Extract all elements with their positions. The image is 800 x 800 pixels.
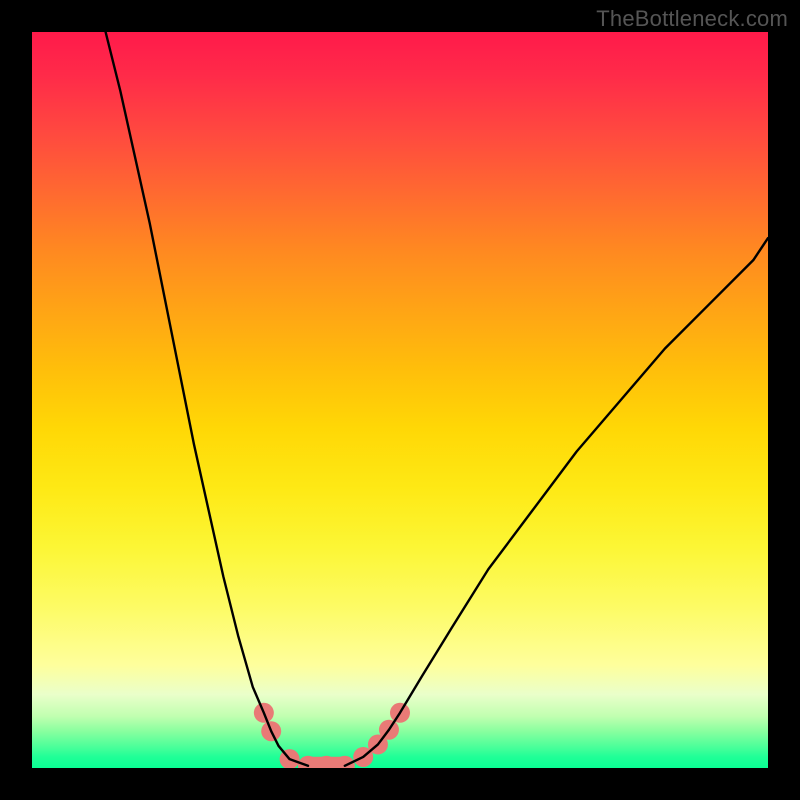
plot-area: [32, 32, 768, 768]
series-right_branch: [345, 238, 768, 766]
series-left_branch: [106, 32, 308, 766]
chart-svg: [32, 32, 768, 768]
watermark-text: TheBottleneck.com: [596, 6, 788, 32]
viewport: TheBottleneck.com: [0, 0, 800, 800]
